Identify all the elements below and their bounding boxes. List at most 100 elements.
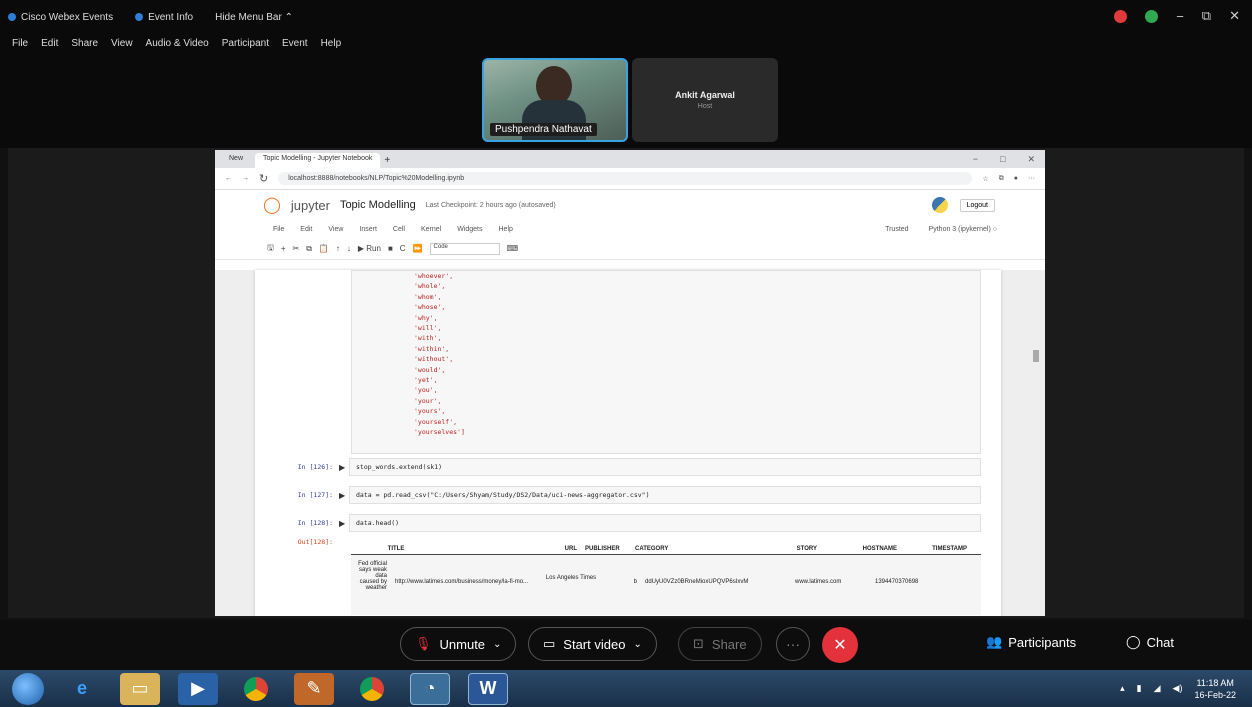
close-button[interactable]: ✕ bbox=[1229, 8, 1240, 24]
hide-menu-bar-button[interactable]: Hide Menu Bar ⌃ bbox=[215, 12, 293, 23]
browser-tab[interactable]: New bbox=[221, 153, 251, 168]
jp-menu-cell[interactable]: Cell bbox=[393, 226, 405, 233]
favorite-icon[interactable]: ☆ bbox=[982, 175, 988, 183]
menu-audio-video[interactable]: Audio & Video bbox=[146, 38, 209, 49]
move-down-icon[interactable]: ↓ bbox=[347, 244, 351, 253]
keyboard-icon[interactable]: ⌨ bbox=[507, 244, 519, 253]
paint-icon[interactable]: ✎ bbox=[294, 672, 334, 705]
start-button[interactable] bbox=[12, 672, 44, 705]
cut-icon[interactable]: ✂ bbox=[293, 244, 300, 253]
participants-label: Participants bbox=[1008, 634, 1077, 650]
code-cell[interactable]: In [127]: ▶ data = pd.read_csv("C:/Users… bbox=[283, 486, 981, 504]
dataframe-output: TITLE URL PUBLISHER CATEGORY STORY HOSTN… bbox=[351, 544, 981, 615]
url-input[interactable]: localhost:8888/notebooks/NLP/Topic%20Mod… bbox=[278, 172, 973, 185]
start-video-button[interactable]: ▭ Start video ⌄ bbox=[528, 627, 657, 661]
participant-video-tile[interactable]: Pushpendra Nathavat bbox=[482, 58, 628, 142]
webex-taskbar-icon[interactable]: ◔ bbox=[410, 672, 450, 705]
ie-icon[interactable]: e bbox=[62, 673, 102, 705]
tray-arrow-icon[interactable]: ▴ bbox=[1120, 683, 1125, 694]
df-cell-url[interactable]: http://www.latimes.com/business/money/la… bbox=[391, 561, 541, 615]
browser-window-controls: − □ ✕ bbox=[973, 154, 1045, 168]
kernel-status: Trusted Python 3 (ipykernel) ○ bbox=[885, 226, 1045, 233]
cell-code[interactable]: data.head() bbox=[349, 514, 981, 532]
more-options-button[interactable]: ··· bbox=[776, 627, 810, 661]
jupyter-brand[interactable]: jupyter bbox=[291, 198, 330, 213]
chat-button[interactable]: ◯ Chat bbox=[1126, 634, 1174, 650]
paste-icon[interactable]: 📋 bbox=[319, 244, 329, 253]
security-icon[interactable] bbox=[1145, 9, 1159, 23]
more-icon[interactable]: ··· bbox=[1028, 175, 1035, 182]
trusted-indicator[interactable]: Trusted bbox=[885, 226, 908, 233]
jp-menu-view[interactable]: View bbox=[328, 226, 343, 233]
profile-icon[interactable]: ● bbox=[1014, 175, 1018, 182]
restart-icon[interactable]: C bbox=[400, 244, 406, 253]
browser-address-bar: ← → ↻ localhost:8888/notebooks/NLP/Topic… bbox=[215, 168, 1045, 190]
event-info-button[interactable]: Event Info bbox=[135, 12, 193, 23]
jp-menu-insert[interactable]: Insert bbox=[359, 226, 377, 233]
network-tray-icon[interactable]: ▮ bbox=[1137, 683, 1142, 694]
menu-help[interactable]: Help bbox=[321, 38, 342, 49]
code-line: 'within', bbox=[414, 344, 450, 353]
menu-file[interactable]: File bbox=[12, 38, 28, 49]
jp-menu-help[interactable]: Help bbox=[499, 226, 513, 233]
restore-button[interactable]: ⧉ bbox=[1202, 8, 1211, 24]
share-button[interactable]: ⊡ Share bbox=[678, 627, 762, 661]
chevron-down-icon[interactable]: ⌄ bbox=[493, 639, 501, 650]
cell-type-select[interactable]: Code bbox=[429, 242, 500, 255]
menu-event[interactable]: Event bbox=[282, 38, 308, 49]
chat-icon: ◯ bbox=[1126, 634, 1141, 649]
chrome-icon[interactable] bbox=[236, 673, 276, 705]
fast-forward-icon[interactable]: ⏩ bbox=[413, 244, 423, 253]
forward-icon[interactable]: → bbox=[242, 175, 249, 182]
menu-participant[interactable]: Participant bbox=[222, 38, 269, 49]
explorer-icon[interactable]: ▭ bbox=[120, 672, 160, 705]
back-icon[interactable]: ← bbox=[225, 175, 232, 182]
jp-menu-file[interactable]: File bbox=[273, 226, 284, 233]
chevron-down-icon[interactable]: ⌄ bbox=[633, 639, 641, 650]
word-icon[interactable]: W bbox=[468, 672, 508, 705]
participant-audio-tile[interactable]: Ankit Agarwal Host bbox=[632, 58, 778, 142]
browser-minimize-button[interactable]: − bbox=[973, 154, 978, 165]
scrollbar-thumb[interactable] bbox=[1033, 350, 1039, 362]
media-player-icon[interactable]: ▶ bbox=[178, 672, 218, 705]
run-cell-icon[interactable]: ▶ bbox=[339, 463, 349, 472]
menu-edit[interactable]: Edit bbox=[41, 38, 58, 49]
run-cell-icon[interactable]: ▶ bbox=[339, 519, 349, 528]
menu-share[interactable]: Share bbox=[71, 38, 98, 49]
cell-code[interactable]: data = pd.read_csv("C:/Users/Shyam/Study… bbox=[349, 486, 981, 504]
add-cell-icon[interactable]: + bbox=[281, 244, 286, 253]
stopwords-code-cell[interactable]: 'whoever', 'whole', 'whom', 'whose', 'wh… bbox=[351, 270, 981, 454]
webex-menubar: File Edit Share View Audio & Video Parti… bbox=[12, 38, 341, 49]
signal-icon[interactable]: ◢ bbox=[1154, 683, 1161, 694]
volume-icon[interactable]: ◀) bbox=[1173, 683, 1183, 694]
end-meeting-button[interactable]: ✕ bbox=[822, 627, 858, 663]
stop-icon[interactable]: ■ bbox=[388, 244, 393, 253]
run-button[interactable]: ▶ Run bbox=[358, 244, 381, 253]
move-up-icon[interactable]: ↑ bbox=[336, 244, 340, 253]
save-icon[interactable]: 🖫 bbox=[267, 242, 274, 256]
minimize-button[interactable]: − bbox=[1176, 9, 1184, 24]
kernel-name[interactable]: Python 3 (ipykernel) ○ bbox=[929, 226, 997, 233]
refresh-icon[interactable]: ↻ bbox=[259, 172, 268, 185]
jp-menu-widgets[interactable]: Widgets bbox=[457, 226, 482, 233]
cell-code[interactable]: stop_words.extend(sk1) bbox=[349, 458, 981, 476]
browser-close-button[interactable]: ✕ bbox=[1027, 154, 1035, 165]
code-cell[interactable]: In [128]: ▶ data.head() bbox=[283, 514, 981, 532]
participants-button[interactable]: 👥 Participants bbox=[986, 634, 1076, 650]
share-icon: ⊡ bbox=[693, 636, 704, 651]
collections-icon[interactable]: ⧉ bbox=[999, 175, 1004, 183]
browser-maximize-button[interactable]: □ bbox=[1000, 154, 1005, 165]
copy-icon[interactable]: ⧉ bbox=[306, 244, 312, 254]
logout-button[interactable]: Logout bbox=[959, 198, 995, 212]
unmute-button[interactable]: 🎙 Unmute ⌄ bbox=[400, 627, 517, 661]
run-cell-icon[interactable]: ▶ bbox=[339, 491, 349, 500]
code-cell[interactable]: In [126]: ▶ stop_words.extend(sk1) bbox=[283, 458, 981, 476]
menu-view[interactable]: View bbox=[111, 38, 133, 49]
clock[interactable]: 11:18 AM 16-Feb-22 bbox=[1194, 677, 1236, 701]
jp-menu-kernel[interactable]: Kernel bbox=[421, 226, 441, 233]
jp-menu-edit[interactable]: Edit bbox=[300, 226, 312, 233]
new-tab-icon[interactable]: + bbox=[384, 155, 390, 168]
notebook-title[interactable]: Topic Modelling bbox=[340, 199, 416, 211]
browser-tab-active[interactable]: Topic Modelling - Jupyter Notebook bbox=[255, 153, 381, 168]
chrome-alt-icon[interactable] bbox=[352, 673, 392, 705]
